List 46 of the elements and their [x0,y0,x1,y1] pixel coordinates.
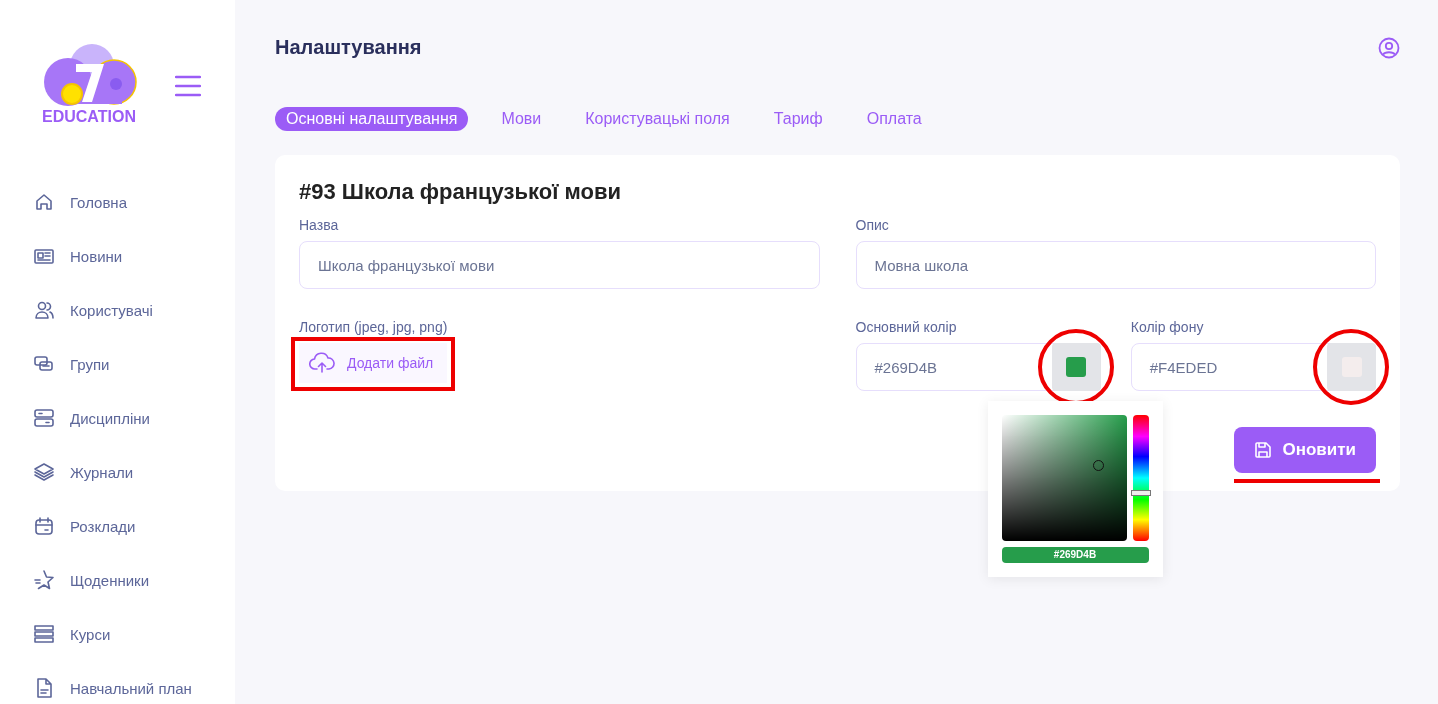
settings-tab[interactable]: Оплата [855,107,933,131]
sidebar-item[interactable]: Курси [33,623,235,645]
update-button[interactable]: Оновити [1234,427,1376,473]
sidebar-item[interactable]: Групи [33,353,235,375]
layers-icon [33,461,55,483]
settings-tab[interactable]: Користувацькі поля [574,107,741,131]
field-label: Колір фону [1130,319,1205,335]
field-label: Назва [299,217,340,233]
server-icon [33,407,55,429]
settings-tab[interactable]: Основні налаштування [275,107,469,131]
settings-tab[interactable]: Мови [490,107,553,131]
list-icon [33,623,55,645]
hue-slider-handle[interactable] [1130,490,1151,497]
settings-tab[interactable]: Тариф [762,107,834,131]
text-field[interactable]: Школа французької мови [299,241,820,289]
field-label: Опис [855,217,890,233]
sidebar-item[interactable]: Розклади [33,515,235,537]
sidebar-item[interactable]: Головна [33,191,235,213]
logo-text: EDUCATION [42,108,136,126]
sidebar-item[interactable]: Користувачі [33,299,235,321]
hue-slider[interactable] [1132,415,1149,541]
users-icon [33,299,55,321]
card-title: #93 Школа французької мови [299,179,622,205]
user-icon[interactable] [1378,36,1400,59]
page-title: Налаштування [275,36,422,59]
hex-value: #269D4B [1001,547,1149,563]
sidebar-item[interactable]: Дисципліни [33,407,235,429]
upload-button[interactable]: Додати файл [299,343,448,383]
color-field[interactable]: #269D4B [855,343,1101,391]
color-swatch-button[interactable] [1051,343,1101,391]
field-label: Основний колір [855,319,958,335]
calendar-icon [33,515,55,537]
field-label: Логотип (jpeg, jpg, png) [299,319,449,335]
saturation-area[interactable] [1001,415,1127,541]
save-icon [1254,441,1273,459]
cloud-upload-icon [309,352,335,374]
menu-icon[interactable] [175,75,201,97]
home-icon [33,191,55,213]
star-icon [33,569,55,591]
color-swatch-button[interactable] [1327,343,1376,391]
text-field[interactable]: Мовна школа [855,241,1376,289]
sidebar-item[interactable]: Новини [33,245,235,267]
color-field[interactable]: #F4EDED [1130,343,1376,391]
sidebar-item[interactable]: Навчальний план [33,677,235,699]
sidebar-item[interactable]: Щоденники [33,569,235,591]
sidebar-item[interactable]: Журнали [33,461,235,483]
